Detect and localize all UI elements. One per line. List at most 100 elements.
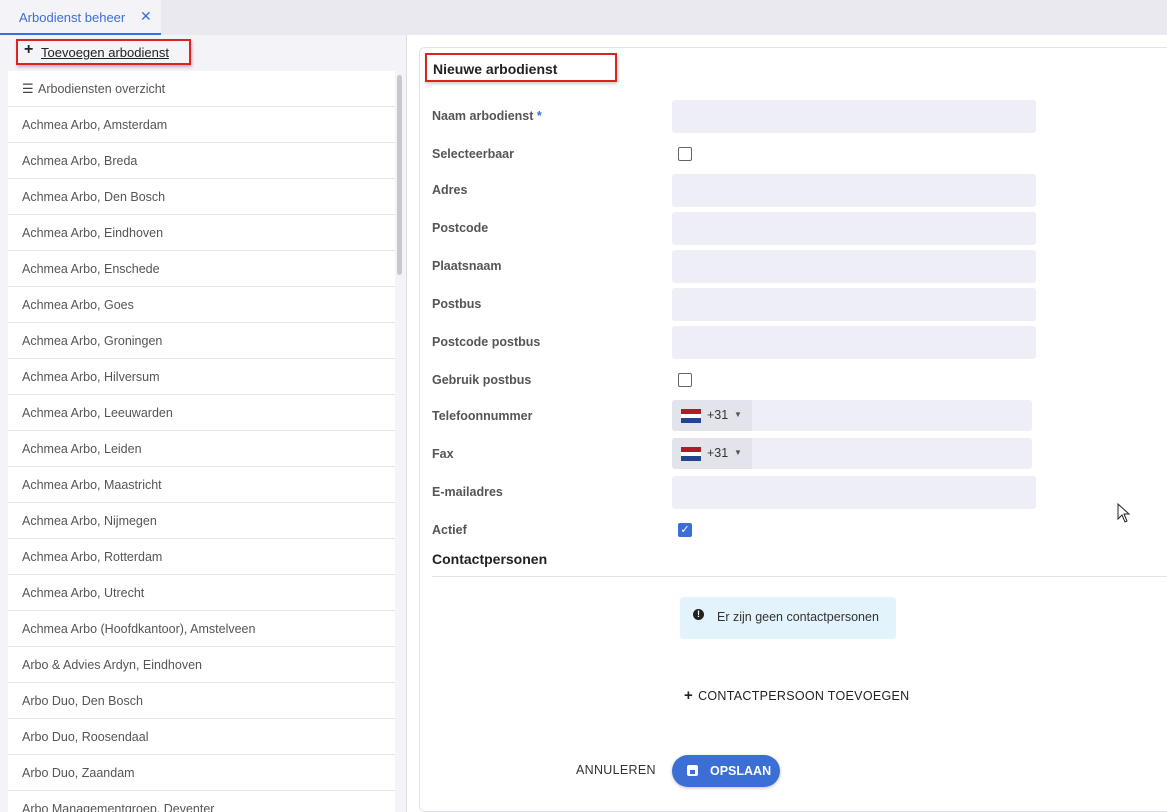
empty-contacts-notice: ! Er zijn geen contactpersonen — [680, 597, 896, 639]
sidebar-scrollbar[interactable] — [397, 75, 402, 275]
list-item-label: Achmea Arbo, Nijmegen — [22, 514, 157, 528]
floppy-disk-icon — [687, 765, 698, 776]
fax-label: Fax — [432, 447, 454, 461]
postcode-input[interactable] — [672, 212, 1036, 245]
plus-icon: + — [684, 687, 694, 704]
netherlands-flag-icon — [681, 447, 701, 461]
list-item[interactable]: Achmea Arbo, Maastricht — [8, 467, 395, 503]
list-item[interactable]: Achmea Arbo, Enschede — [8, 251, 395, 287]
list-item-label: Arbo Duo, Zaandam — [22, 766, 135, 780]
list-item-label: Arbo Managementgroep, Deventer — [22, 802, 215, 812]
sidebar-toolbar: + Toevoegen arbodienst — [8, 35, 406, 71]
list-item[interactable]: Achmea Arbo, Leiden — [8, 431, 395, 467]
save-label: OPSLAAN — [710, 764, 772, 778]
list-item-label: Achmea Arbo, Breda — [22, 154, 138, 168]
list-item[interactable]: Achmea Arbo, Rotterdam — [8, 539, 395, 575]
email-input[interactable] — [672, 476, 1036, 509]
tab-label: Arbodienst beheer — [19, 10, 126, 25]
add-contact-label: CONTACTPERSOON TOEVOEGEN — [698, 689, 910, 703]
postcode-label: Postcode — [432, 221, 489, 235]
list-item[interactable]: Achmea Arbo (Hoofdkantoor), Amstelveen — [8, 611, 395, 647]
cancel-button[interactable]: ANNULEREN — [576, 763, 656, 777]
list-item-label: Arbo & Advies Ardyn, Eindhoven — [22, 658, 202, 672]
empty-contacts-text: Er zijn geen contactpersonen — [717, 610, 879, 624]
sidebar: + Toevoegen arbodienst ☰ Arbodiensten ov… — [0, 35, 407, 812]
caret-down-icon: ▼ — [734, 448, 742, 457]
list-item[interactable]: Achmea Arbo, Groningen — [8, 323, 395, 359]
form-title-box: Nieuwe arbodienst — [425, 53, 617, 82]
add-arbodienst-label: Toevoegen arbodienst — [41, 45, 169, 60]
list-item[interactable]: Arbo Duo, Roosendaal — [8, 719, 395, 755]
list-item[interactable]: Achmea Arbo, Den Bosch — [8, 179, 395, 215]
naam-input[interactable] — [672, 100, 1036, 133]
list-item[interactable]: Arbo Duo, Den Bosch — [8, 683, 395, 719]
list-item-label: Achmea Arbo, Hilversum — [22, 370, 160, 384]
postcode-postbus-input[interactable] — [672, 326, 1036, 359]
adres-label: Adres — [432, 183, 468, 197]
actief-checkbox[interactable]: ✓ — [678, 523, 692, 537]
gebruik-postbus-label: Gebruik postbus — [432, 373, 532, 387]
list-item-label: Achmea Arbo, Amsterdam — [22, 118, 168, 132]
gebruik-postbus-checkbox[interactable] — [678, 373, 692, 387]
list-item-label: Achmea Arbo, Maastricht — [22, 478, 162, 492]
list-item[interactable]: Achmea Arbo, Utrecht — [8, 575, 395, 611]
list-item-label: Achmea Arbo, Utrecht — [22, 586, 145, 600]
list-item[interactable]: Achmea Arbo, Hilversum — [8, 359, 395, 395]
list-item-label: Achmea Arbo, Eindhoven — [22, 226, 164, 240]
selecteerbaar-checkbox[interactable] — [678, 147, 692, 161]
list-item-label: Achmea Arbo, Den Bosch — [22, 190, 166, 204]
info-icon: ! — [693, 609, 704, 620]
list-item-label: Achmea Arbo (Hoofdkantoor), Amstelveen — [22, 622, 256, 636]
list-item[interactable]: Achmea Arbo, Eindhoven — [8, 215, 395, 251]
fax-field[interactable]: +31 ▼ — [672, 438, 1032, 469]
postbus-label: Postbus — [432, 297, 482, 311]
mouse-cursor-icon — [1117, 503, 1131, 523]
list-item-label: Achmea Arbo, Groningen — [22, 334, 163, 348]
plus-icon: + — [24, 41, 34, 58]
caret-down-icon: ▼ — [734, 410, 742, 419]
tab-arbodienst-beheer[interactable]: Arbodienst beheer ✕ — [0, 0, 161, 35]
actief-label: Actief — [432, 523, 467, 537]
list-item[interactable]: Achmea Arbo, Amsterdam — [8, 107, 395, 143]
plaatsnaam-input[interactable] — [672, 250, 1036, 283]
add-contact-button[interactable]: + CONTACTPERSOON TOEVOEGEN — [684, 687, 909, 704]
list-item[interactable]: Arbo Duo, Zaandam — [8, 755, 395, 791]
adres-input[interactable] — [672, 174, 1036, 207]
list-item-label: Achmea Arbo, Goes — [22, 298, 134, 312]
selecteerbaar-label: Selecteerbaar — [432, 147, 515, 161]
tab-bar: Arbodienst beheer ✕ — [0, 0, 1167, 35]
list-item[interactable]: Achmea Arbo, Leeuwarden — [8, 395, 395, 431]
telefoon-label: Telefoonnummer — [432, 409, 533, 423]
add-arbodienst-button[interactable]: + Toevoegen arbodienst — [16, 39, 191, 65]
overview-link[interactable]: ☰ Arbodiensten overzicht — [8, 71, 395, 107]
list-item-label: Achmea Arbo, Rotterdam — [22, 550, 163, 564]
fax-country-select[interactable]: +31 ▼ — [672, 438, 752, 469]
save-button[interactable]: OPSLAAN — [672, 755, 780, 787]
email-label: E-mailadres — [432, 485, 503, 499]
telefoon-country-select[interactable]: +31 ▼ — [672, 400, 752, 431]
list-item-label: Achmea Arbo, Leiden — [22, 442, 142, 456]
postcode-postbus-label: Postcode postbus — [432, 335, 541, 349]
telefoon-country-code: +31 — [707, 408, 729, 422]
divider — [432, 576, 1167, 577]
list-item[interactable]: Arbo & Advies Ardyn, Eindhoven — [8, 647, 395, 683]
close-icon[interactable]: ✕ — [140, 8, 152, 25]
list-item-label: Achmea Arbo, Leeuwarden — [22, 406, 173, 420]
list-item[interactable]: Achmea Arbo, Breda — [8, 143, 395, 179]
naam-label: Naam arbodienst * — [432, 109, 542, 123]
form-title: Nieuwe arbodienst — [433, 61, 558, 77]
list-item[interactable]: Achmea Arbo, Goes — [8, 287, 395, 323]
list-item-label: Achmea Arbo, Enschede — [22, 262, 160, 276]
list-item-label: Arbo Duo, Den Bosch — [22, 694, 143, 708]
naam-label-text: Naam arbodienst — [432, 109, 534, 123]
plaatsnaam-label: Plaatsnaam — [432, 259, 502, 273]
fax-country-code: +31 — [707, 446, 729, 460]
arbodienst-list: ☰ Arbodiensten overzicht Achmea Arbo, Am… — [8, 71, 395, 812]
list-item[interactable]: Achmea Arbo, Nijmegen — [8, 503, 395, 539]
contactpersonen-title: Contactpersonen — [432, 551, 548, 567]
list-item[interactable]: Arbo Managementgroep, Deventer — [8, 791, 395, 812]
required-mark: * — [536, 109, 542, 123]
list-item-label: Arbo Duo, Roosendaal — [22, 730, 149, 744]
postbus-input[interactable] — [672, 288, 1036, 321]
telefoon-field[interactable]: +31 ▼ — [672, 400, 1032, 431]
